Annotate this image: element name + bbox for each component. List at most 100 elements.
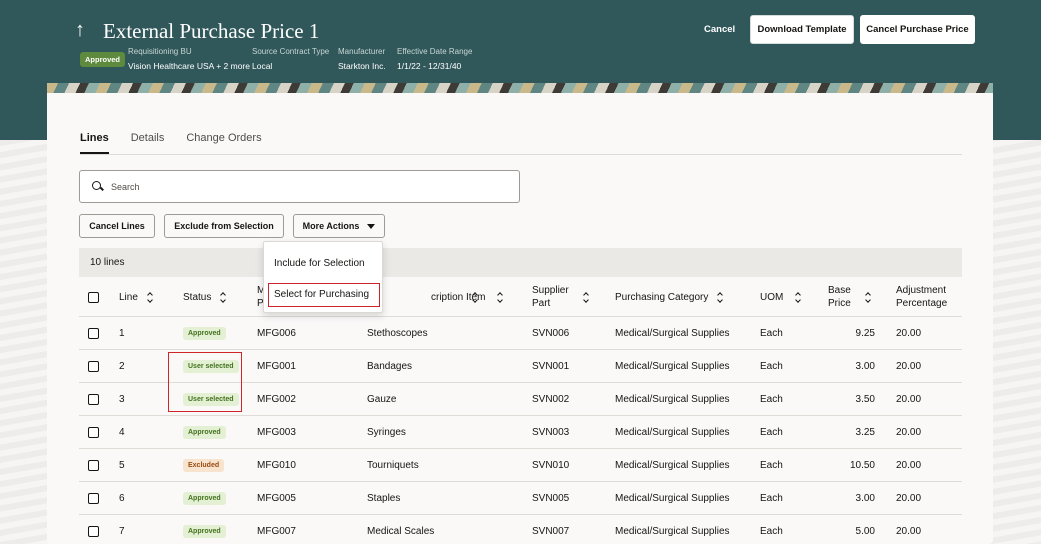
more-actions-button[interactable]: More Actions	[293, 214, 385, 238]
meta-requisitioning-bu: Requisitioning BU Vision Healthcare USA …	[128, 46, 250, 73]
table-row[interactable]: Approved 1 MFG006 Stethoscopes SVN006 Medical…	[79, 317, 962, 350]
cell-mfg-part: MFG001	[257, 360, 296, 372]
meta-label: Source Contract Type	[252, 47, 330, 56]
table-row[interactable]: Approved 4 MFG003 Syringes SVN003 Medical/Sur…	[79, 416, 962, 449]
search-icon	[92, 181, 103, 192]
cell-adjustment: 20.00	[896, 492, 922, 504]
col-status[interactable]: Status	[183, 277, 227, 317]
cell-base-price: 9.25	[855, 327, 875, 339]
sort-icon	[865, 292, 872, 303]
cell-line: 2	[119, 360, 125, 372]
table-row[interactable]: Approved 6 MFG005 Staples SVN005 Medical/Surg…	[79, 482, 962, 515]
col-base-price-label: Base Price	[828, 285, 851, 309]
more-actions-label: More Actions	[302, 221, 360, 231]
cell-status: Approved	[183, 515, 226, 544]
row-checkbox[interactable]	[88, 515, 99, 544]
col-line[interactable]: Line	[119, 277, 154, 317]
col-purchasing-category[interactable]: Purchasing Category	[615, 277, 724, 317]
table-row[interactable]: Excluded 5 MFG010 Tourniquets SVN010 Medical/…	[79, 449, 962, 482]
status-badge: Approved	[80, 52, 126, 67]
cell-status: Approved	[183, 416, 226, 448]
row-checkbox[interactable]	[88, 350, 99, 382]
cell-line: 7	[119, 525, 125, 537]
page-title: External Purchase Price 1	[103, 19, 320, 43]
row-checkbox[interactable]	[88, 317, 99, 349]
checkbox-box	[88, 525, 99, 537]
col-uom[interactable]: UOM	[760, 277, 802, 317]
row-checkbox[interactable]	[88, 449, 99, 481]
col-item-label: Item	[466, 291, 486, 303]
col-uom-label: UOM	[760, 291, 784, 303]
cell-base-price: 10.50	[849, 459, 875, 471]
col-item[interactable]: Item	[466, 277, 504, 317]
status-badge: Approved	[183, 491, 226, 505]
table-row[interactable]: Approved 7 MFG007 Medical Scales SVN007 Medic…	[79, 515, 962, 544]
sort-icon	[497, 292, 504, 303]
cell-mfg-part: MFG006	[257, 327, 296, 339]
menu-highlight-box	[268, 283, 380, 307]
tab-bar: Lines Details Change Orders	[80, 132, 284, 154]
status-badge: Approved	[183, 524, 226, 538]
cell-uom: Each	[760, 426, 783, 438]
row-checkbox[interactable]	[88, 482, 99, 514]
cell-uom: Each	[760, 360, 783, 372]
sort-icon	[220, 292, 227, 303]
cell-purchasing-category: Medical/Surgical Supplies	[615, 393, 730, 405]
tab-details[interactable]: Details	[131, 132, 165, 154]
meta-value: Vision Healthcare USA + 2 more	[128, 61, 250, 71]
search-placeholder: Search	[111, 181, 140, 192]
cell-line: 1	[119, 327, 125, 339]
download-template-button[interactable]: Download Template	[750, 15, 854, 44]
col-status-label: Status	[183, 291, 212, 303]
tab-lines[interactable]: Lines	[80, 132, 109, 154]
sort-icon	[795, 292, 802, 303]
col-supplier-part[interactable]: Supplier Part	[532, 277, 592, 317]
sort-icon	[147, 292, 154, 303]
cell-purchasing-category: Medical/Surgical Supplies	[615, 459, 730, 471]
cell-base-price: 3.50	[855, 393, 875, 405]
select-all-checkbox[interactable]	[88, 277, 99, 317]
cell-base-price: 3.00	[855, 492, 875, 504]
checkbox-box	[88, 291, 99, 303]
cell-purchasing-category: Medical/Surgical Supplies	[615, 492, 730, 504]
cell-purchasing-category: Medical/Surgical Supplies	[615, 327, 730, 339]
row-checkbox[interactable]	[88, 383, 99, 415]
status-badge: Excluded	[183, 458, 225, 472]
col-line-label: Line	[119, 291, 138, 303]
col-base-price[interactable]: Base Price	[828, 277, 872, 317]
checkbox-box	[88, 360, 99, 372]
status-badge: Approved	[183, 425, 226, 439]
sort-icon	[717, 292, 724, 303]
meta-value: Local	[252, 61, 273, 71]
col-adjustment-percentage[interactable]: Adjustment Percentage	[896, 277, 962, 317]
chevron-down-icon	[367, 223, 376, 229]
exclude-from-selection-button[interactable]: Exclude from Selection	[164, 214, 284, 238]
cell-mfg-part: MFG002	[257, 393, 296, 405]
menu-item-include-for-selection[interactable]: Include for Selection	[274, 258, 365, 269]
cell-supplier-part: SVN002	[532, 393, 570, 405]
cell-line: 4	[119, 426, 125, 438]
cell-line: 6	[119, 492, 125, 504]
checkbox-box	[88, 393, 99, 405]
search-input[interactable]: Search	[79, 170, 520, 203]
col-description-label: cription	[431, 291, 464, 303]
cancel-lines-button[interactable]: Cancel Lines	[79, 214, 155, 238]
cell-uom: Each	[760, 492, 783, 504]
cell-supplier-part: SVN001	[532, 360, 570, 372]
cell-description: Gauze	[367, 393, 397, 405]
status-badge: Approved	[183, 326, 226, 340]
checkbox-box	[88, 327, 99, 339]
cell-uom: Each	[760, 327, 783, 339]
meta-effective-date-range: Effective Date Range 1/1/22 - 12/31/40	[397, 46, 472, 73]
cell-adjustment: 20.00	[896, 393, 922, 405]
tab-change-orders[interactable]: Change Orders	[186, 132, 261, 154]
row-checkbox[interactable]	[88, 416, 99, 448]
meta-label: Requisitioning BU	[128, 47, 192, 56]
cancel-button[interactable]: Cancel	[696, 18, 743, 42]
cancel-purchase-price-button[interactable]: Cancel Purchase Price	[860, 15, 975, 44]
cell-description: Bandages	[367, 360, 413, 372]
cell-purchasing-category: Medical/Surgical Supplies	[615, 360, 730, 372]
back-arrow-icon[interactable]: ↑	[75, 18, 85, 42]
meta-value: Starkton Inc.	[338, 61, 386, 71]
cell-adjustment: 20.00	[896, 360, 922, 372]
